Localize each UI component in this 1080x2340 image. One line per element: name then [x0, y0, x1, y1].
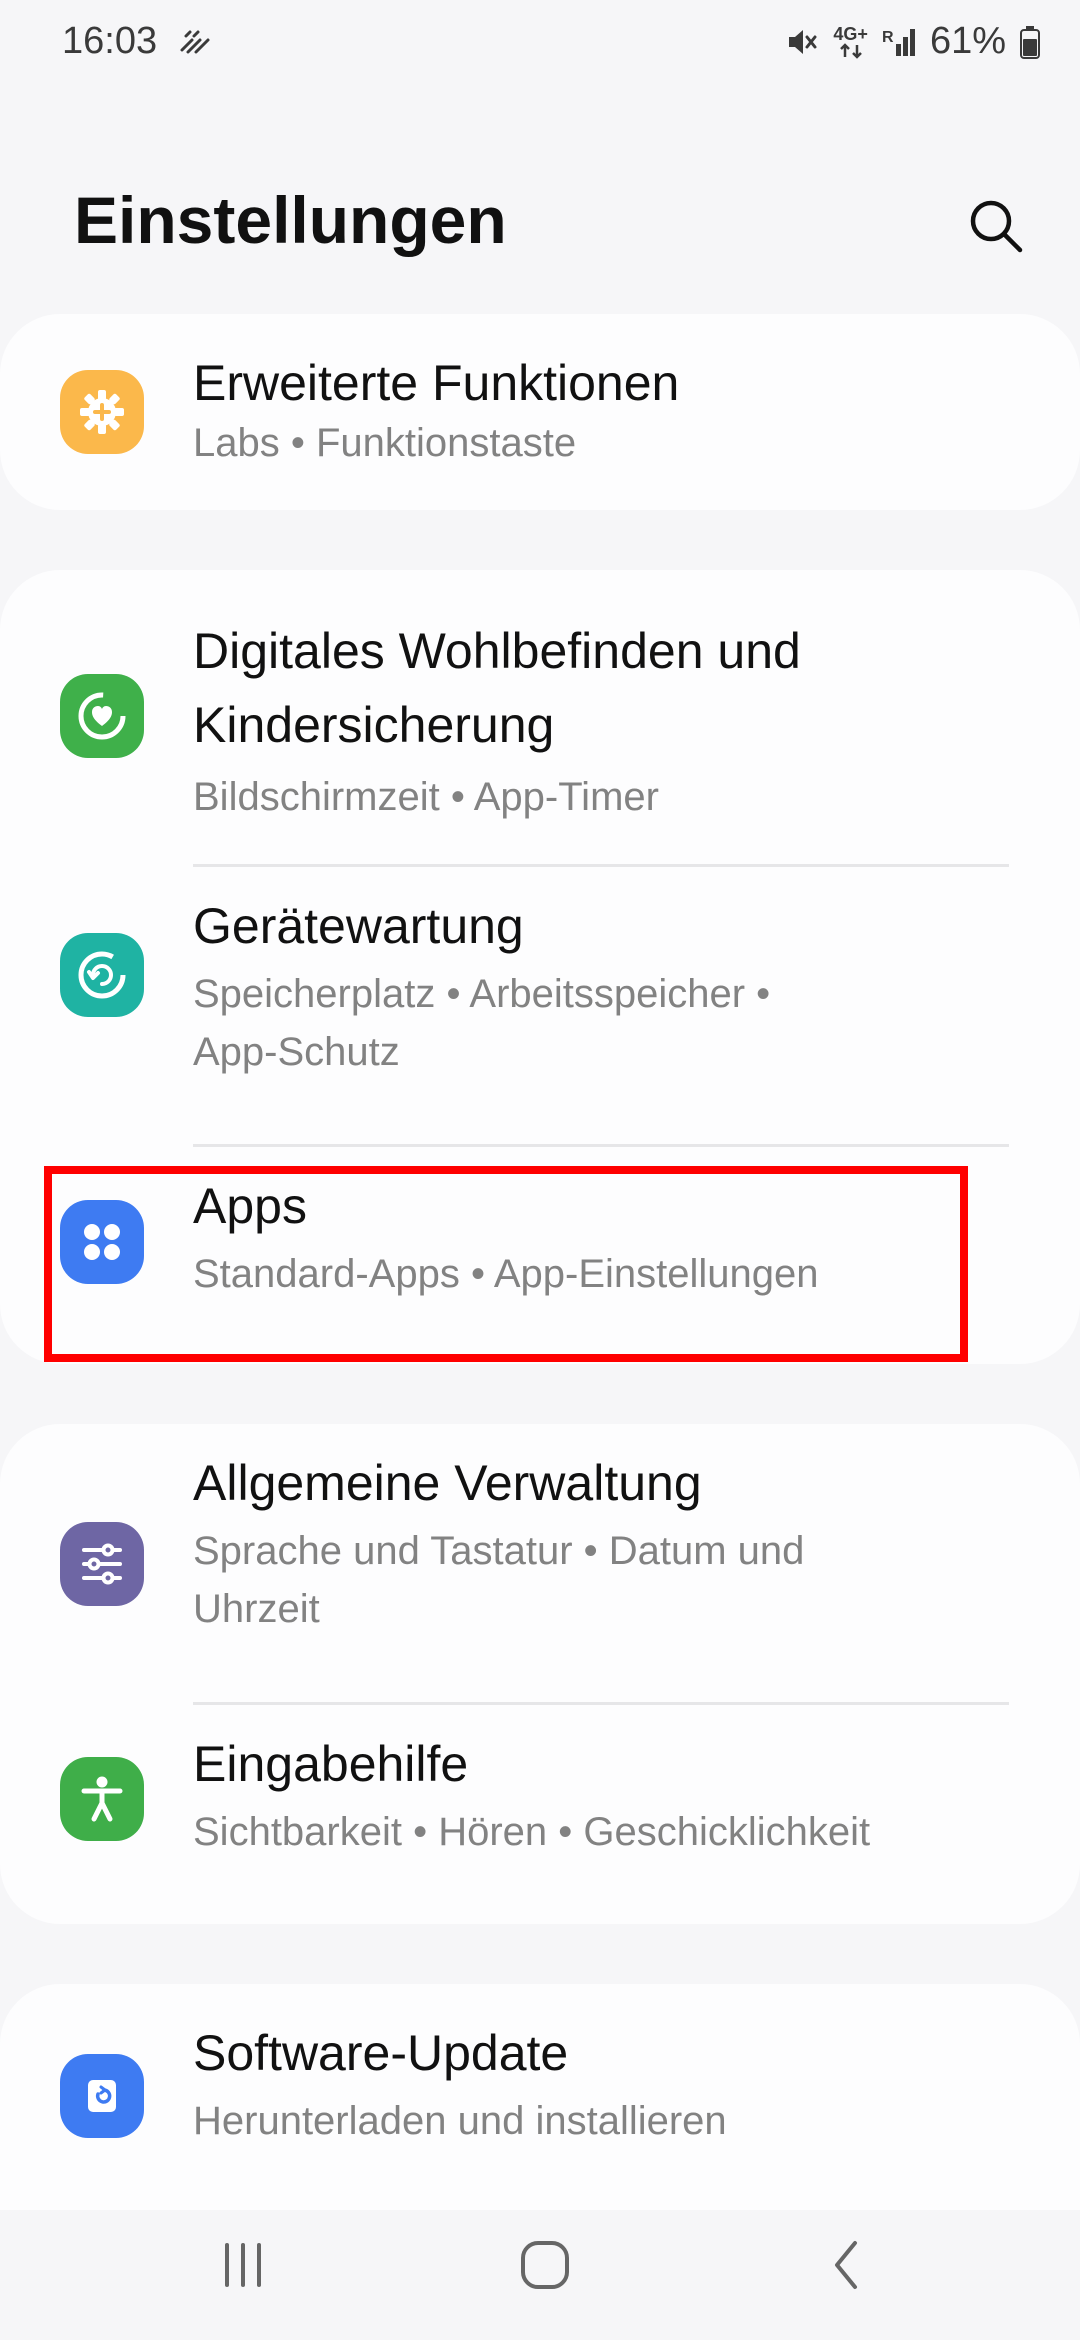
card-software-update: Software-Update Herunterladen und instal…	[0, 1984, 1080, 2210]
setting-digital-wellbeing[interactable]: Digitales Wohlbefinden und Kindersicheru…	[0, 570, 1080, 865]
heart-ring-icon	[60, 674, 144, 758]
status-time: 16:03	[62, 20, 158, 62]
header: Einstellungen	[0, 170, 1080, 280]
puzzle-gear-icon	[60, 370, 144, 454]
page-title: Einstellungen	[74, 183, 507, 257]
recent-apps-icon	[225, 2243, 261, 2287]
setting-subtitle-line2: Uhrzeit	[193, 1587, 320, 1631]
search-icon	[970, 200, 1023, 253]
back-button[interactable]	[792, 2210, 902, 2320]
setting-subtitle: Sichtbarkeit • Hören • Geschicklichkeit	[193, 1810, 871, 1854]
card-general-accessibility: Allgemeine Verwaltung Sprache und Tastat…	[0, 1424, 1080, 1924]
setting-software-update[interactable]: Software-Update Herunterladen und instal…	[0, 1984, 1080, 2210]
home-icon	[521, 2241, 569, 2289]
accessibility-person-icon	[60, 1757, 144, 1841]
setting-title: Erweiterte Funktionen	[193, 355, 680, 411]
navigation-bar	[0, 2210, 1080, 2320]
setting-title-line1: Digitales Wohlbefinden und	[193, 623, 801, 679]
network-type: 4G+	[833, 25, 868, 59]
svg-text:R: R	[882, 29, 894, 46]
setting-device-care[interactable]: Gerätewartung Speicherplatz • Arbeitsspe…	[0, 867, 1080, 1147]
card-advanced: Erweiterte Funktionen Labs • Funktionsta…	[0, 314, 1080, 510]
status-bar: 16:03 4G+ R 61%	[0, 0, 1080, 84]
signal-icon: R	[882, 24, 916, 60]
battery-icon	[1020, 25, 1040, 59]
setting-subtitle: Labs • Funktionstaste	[193, 421, 577, 465]
back-icon	[835, 2241, 857, 2289]
setting-general-management[interactable]: Allgemeine Verwaltung Sprache und Tastat…	[0, 1424, 1080, 1702]
setting-title: Allgemeine Verwaltung	[193, 1455, 702, 1511]
setting-advanced-features[interactable]: Erweiterte Funktionen Labs • Funktionsta…	[0, 314, 1080, 510]
setting-title: Software-Update	[193, 2025, 569, 2081]
setting-subtitle: Herunterladen und installieren	[193, 2099, 727, 2143]
battery-text: 61%	[929, 20, 1006, 62]
device-care-icon	[60, 933, 144, 1017]
data-saver-icon	[178, 24, 212, 58]
settings-screen: 16:03 4G+ R 61% Einstellungen Erweiterte…	[0, 0, 1080, 2340]
status-icons: 4G+ R 61%	[783, 20, 1040, 63]
mute-icon	[783, 24, 819, 60]
setting-subtitle-line1: Speicherplatz • Arbeitsspeicher •	[193, 972, 771, 1016]
recent-apps-button[interactable]	[188, 2210, 298, 2320]
sliders-icon	[60, 1522, 144, 1606]
search-button[interactable]	[952, 182, 1040, 270]
update-icon	[60, 2054, 144, 2138]
setting-subtitle-line1: Sprache und Tastatur • Datum und	[193, 1529, 805, 1573]
setting-title: Gerätewartung	[193, 898, 524, 954]
setting-title: Eingabehilfe	[193, 1736, 469, 1792]
setting-accessibility[interactable]: Eingabehilfe Sichtbarkeit • Hören • Gesc…	[0, 1705, 1080, 1924]
highlight-box	[44, 1166, 968, 1362]
setting-title-line2: Kindersicherung	[193, 697, 555, 753]
home-button[interactable]	[490, 2210, 600, 2320]
setting-subtitle: Bildschirmzeit • App-Timer	[193, 775, 659, 819]
setting-subtitle-line2: App-Schutz	[193, 1030, 400, 1074]
